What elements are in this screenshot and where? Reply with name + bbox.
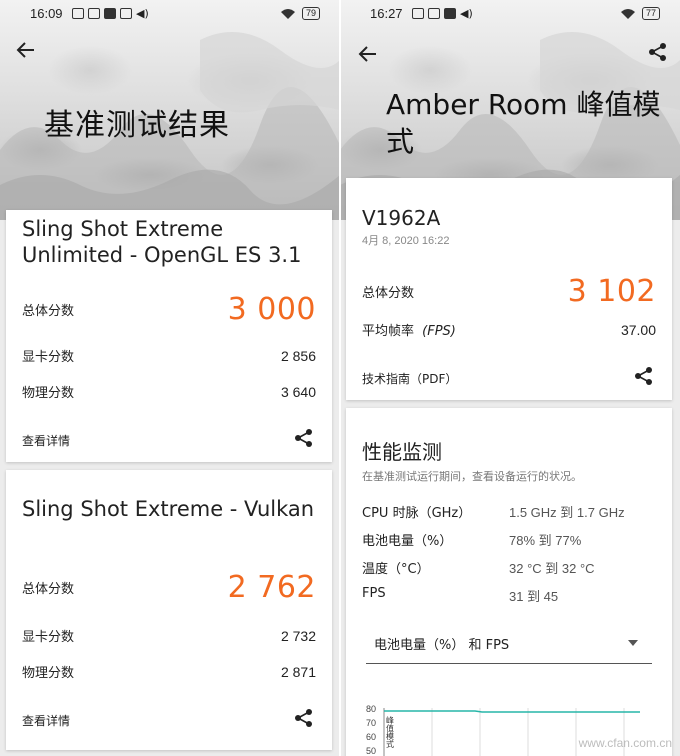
monitor-row-value: 78% 到 77% [509,533,582,548]
battery-indicator: 77 [641,7,660,20]
avg-fps-value: 37.00 [620,322,656,338]
chart-metric-dropdown[interactable]: 电池电量（%） 和 FPS [366,624,652,664]
wifi-icon [280,8,295,19]
physics-score-label: 物理分数 [22,666,75,681]
monitor-row: 电池电量（%） 78% 到 77% [362,530,662,549]
notification-icon [120,8,132,19]
monitor-row-value: 31 到 45 [509,589,559,604]
device-name: V1962A [362,206,441,230]
caret-down-icon [628,640,638,646]
gpu-score-value: 2 856 [280,348,316,364]
monitor-row: CPU 时脉（GHz） 1.5 GHz 到 1.7 GHz [362,502,662,521]
monitor-row-label: CPU 时脉（GHz） [362,506,472,521]
share-icon[interactable] [634,366,654,386]
right-screen: 16:27 ◀) 77 Amber Room 峰值模式 V1962A 4月 8,… [340,0,680,756]
test-date: 4月 8, 2020 16:22 [362,235,450,247]
notification-icon [428,8,440,19]
monitor-row: 温度（°C） 32 °C 到 32 °C [362,558,662,577]
share-icon[interactable] [294,708,314,728]
total-score-value: 3 000 [227,292,316,327]
physics-score-label: 物理分数 [22,386,75,401]
view-details-link[interactable]: 查看详情 [22,712,70,729]
notification-icon [412,8,424,19]
gpu-score-label: 显卡分数 [22,350,75,365]
page-title: Amber Room 峰值模式 [386,88,661,158]
total-score-label: 总体分数 [22,304,75,319]
notification-icons: ◀) [72,8,149,19]
result-card: Sling Shot Extreme Unlimited - OpenGL ES… [6,210,332,462]
watermark: www.cfan.com.cn [578,736,672,750]
dropdown-selected: 电池电量（%） 和 FPS [374,638,510,653]
physics-score-value: 3 640 [280,384,316,400]
notification-icons: ◀) [412,8,473,19]
battery-line [384,710,640,713]
battery-indicator: 79 [301,7,320,20]
gpu-score-value: 2 732 [280,628,316,644]
chart-label: 峰值模式 [386,715,395,748]
share-icon[interactable] [294,428,314,448]
wifi-icon [620,8,635,19]
view-details-link[interactable]: 查看详情 [22,432,70,449]
y-tick: 80 [366,704,376,714]
notification-icon [444,8,456,19]
test-name: Sling Shot Extreme - Vulkan [22,497,315,521]
result-card: Sling Shot Extreme - Vulkan 总体分数 2 762 显… [6,470,332,750]
volume-icon: ◀) [136,7,149,20]
notification-icon [88,8,100,19]
volume-icon: ◀) [460,7,473,20]
total-score-label: 总体分数 [362,286,415,301]
total-score-value: 3 102 [567,274,656,309]
total-score-value: 2 762 [227,570,316,605]
monitor-row-label: FPS [362,586,386,601]
monitor-title: 性能监测 [362,440,442,464]
test-name: Sling Shot Extreme Unlimited - OpenGL ES… [22,217,302,267]
divider [339,0,341,756]
y-tick: 50 [366,746,376,756]
total-score-label: 总体分数 [22,582,75,597]
physics-score-value: 2 871 [280,664,316,680]
page-title: 基准测试结果 [44,108,230,143]
notification-icon [104,8,116,19]
status-time: 16:27 [370,6,403,21]
back-arrow-icon[interactable] [16,40,36,60]
monitor-subtitle: 在基准测试运行期间，查看设备运行的状况。 [362,470,582,483]
monitor-row-value: 1.5 GHz 到 1.7 GHz [509,505,625,520]
avg-fps-label: 平均帧率 [362,324,415,339]
y-tick: 70 [366,718,376,728]
avg-fps-unit: (FPS) [422,324,456,339]
share-icon[interactable] [648,42,668,62]
summary-card: V1962A 4月 8, 2020 16:22 总体分数 3 102 平均帧率 … [346,178,672,400]
status-time: 16:09 [30,6,63,21]
gpu-score-label: 显卡分数 [22,630,75,645]
monitor-row-label: 温度（°C） [362,562,430,577]
left-screen: 16:09 ◀) 79 基准测试结果 Sling Shot Extreme Un… [0,0,340,756]
monitor-row: FPS 31 到 45 [362,586,662,605]
y-tick: 60 [366,732,376,742]
status-bar: 16:27 ◀) 77 [340,0,680,28]
back-arrow-icon[interactable] [358,44,378,64]
status-bar: 16:09 ◀) 79 [0,0,340,28]
monitor-row-value: 32 °C 到 32 °C [509,561,595,576]
notification-icon [72,8,84,19]
monitor-row-label: 电池电量（%） [362,534,453,549]
tech-guide-pdf-link[interactable]: 技术指南（PDF） [362,370,457,387]
